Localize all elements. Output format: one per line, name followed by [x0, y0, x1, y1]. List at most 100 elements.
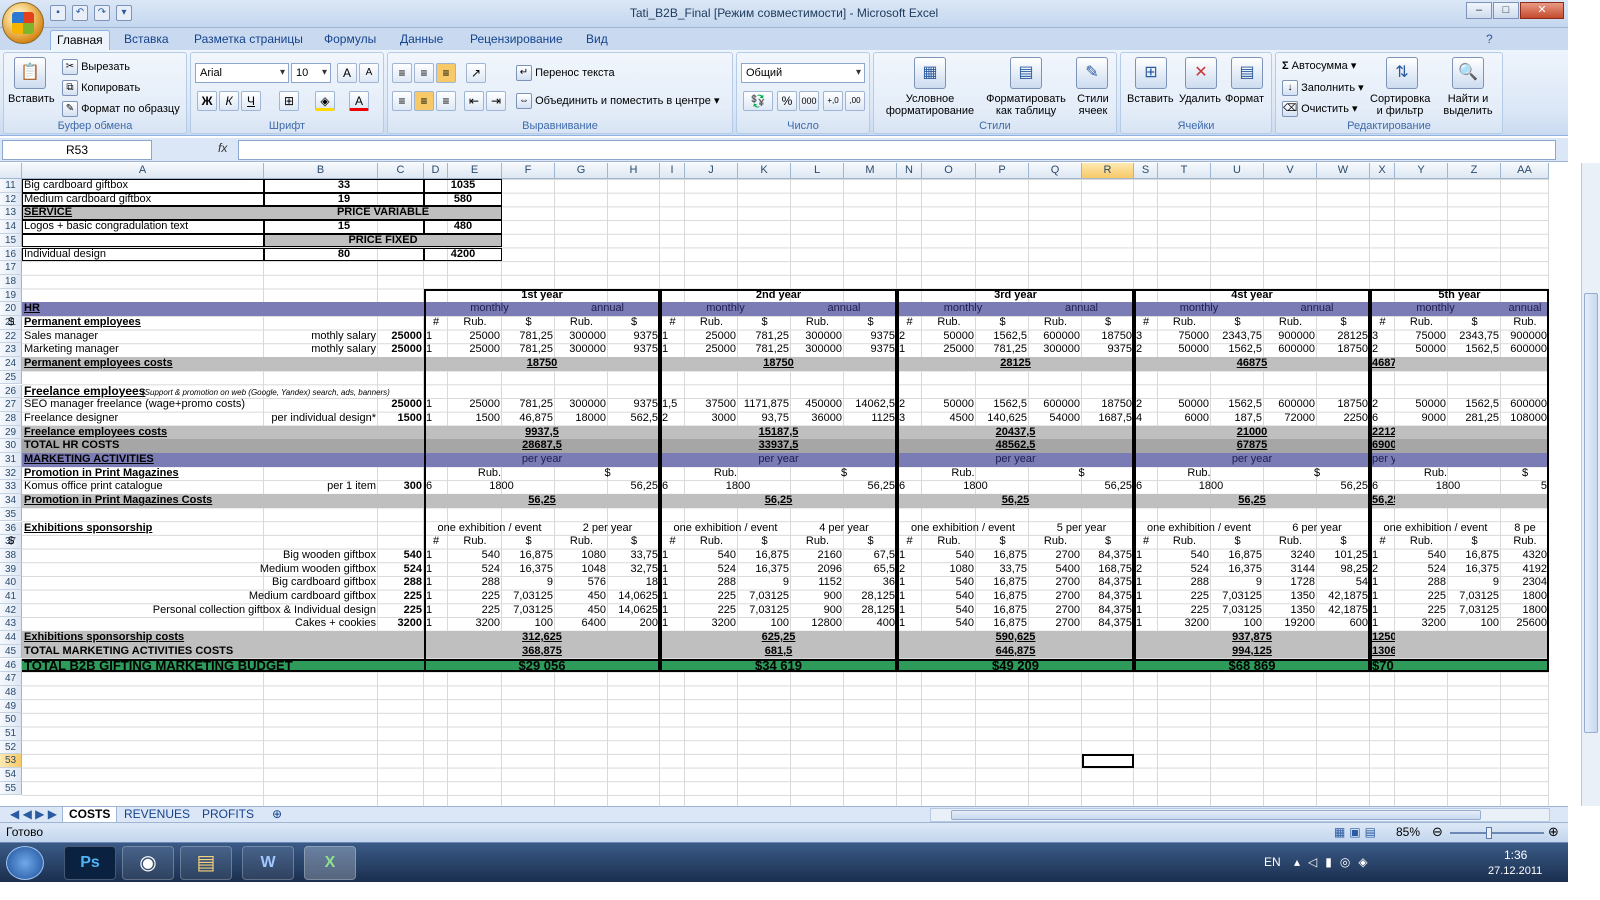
align-center-icon[interactable]: ≡: [414, 91, 434, 111]
row-header-55[interactable]: 55: [0, 781, 22, 796]
tab-home[interactable]: Главная: [50, 30, 110, 50]
column-header-m[interactable]: M: [844, 163, 897, 179]
tab-review[interactable]: Рецензирование: [464, 30, 569, 50]
help-icon[interactable]: ?: [1480, 30, 1499, 50]
column-header-z[interactable]: Z: [1448, 163, 1501, 179]
column-header-i[interactable]: I: [660, 163, 685, 179]
align-middle-icon[interactable]: ≡: [414, 63, 434, 83]
excel-taskbar-icon[interactable]: X: [304, 846, 356, 880]
row-header-36[interactable]: 36: [0, 521, 22, 536]
copy-button[interactable]: ⧉ Копировать: [62, 80, 140, 96]
tab-data[interactable]: Данные: [394, 30, 449, 50]
decrease-decimal-icon[interactable]: ,00: [845, 91, 865, 111]
horizontal-scroll-thumb[interactable]: [951, 810, 1481, 820]
autosum-button[interactable]: Σ Автосумма ▾: [1282, 59, 1356, 72]
currency-icon[interactable]: 💱: [743, 91, 773, 111]
column-header-a[interactable]: A: [22, 163, 264, 179]
delete-cells-icon[interactable]: ✕: [1185, 57, 1217, 89]
bold-button[interactable]: Ж: [197, 91, 217, 111]
word-taskbar-icon[interactable]: W: [242, 846, 294, 880]
font-name-select[interactable]: Arial: [195, 63, 289, 83]
close-button[interactable]: ✕: [1520, 2, 1564, 19]
row-header-30[interactable]: 30: [0, 439, 22, 453]
fill-color-icon[interactable]: ◈: [315, 91, 335, 111]
align-left-icon[interactable]: ≡: [392, 91, 412, 111]
row-header-34[interactable]: 34: [0, 494, 22, 508]
format-cells-button[interactable]: Формат: [1225, 93, 1264, 105]
merge-center-button[interactable]: ⇔ Объединить и поместить в центре ▾: [516, 93, 720, 109]
fill-button[interactable]: ↓ Заполнить ▾: [1282, 80, 1364, 96]
tab-page-layout[interactable]: Разметка страницы: [188, 30, 309, 50]
zoom-level[interactable]: 85%: [1396, 825, 1420, 839]
row-header-47[interactable]: 47: [0, 672, 22, 686]
cell-styles-icon[interactable]: ✎: [1076, 57, 1108, 89]
format-as-table-icon[interactable]: ▤: [1010, 57, 1042, 89]
sort-filter-icon[interactable]: ⇅: [1386, 57, 1418, 89]
sort-filter-button[interactable]: Сортировка и фильтр: [1370, 93, 1430, 117]
borders-icon[interactable]: ⊞: [279, 91, 299, 111]
explorer-taskbar-icon[interactable]: ▤: [180, 846, 232, 880]
thousands-icon[interactable]: 000: [799, 91, 819, 111]
row-header-50[interactable]: 50: [0, 713, 22, 727]
increase-indent-icon[interactable]: ⇥: [486, 91, 506, 111]
column-header-h[interactable]: H: [608, 163, 660, 179]
paste-button[interactable]: Вставить: [8, 93, 55, 105]
selected-cell-r53[interactable]: [1082, 754, 1134, 769]
view-buttons-icon[interactable]: ▦▣▤: [1334, 825, 1380, 839]
maximize-button[interactable]: □: [1493, 2, 1519, 19]
row-header-35[interactable]: 35: [0, 507, 22, 522]
zoom-slider-thumb[interactable]: [1486, 827, 1492, 839]
insert-cells-icon[interactable]: ⊞: [1135, 57, 1167, 89]
horizontal-scrollbar[interactable]: [930, 808, 1550, 822]
row-header-20[interactable]: 20: [0, 302, 22, 316]
sheet-tab-revenues[interactable]: REVENUES: [118, 807, 196, 823]
insert-sheet-icon[interactable]: ⊕: [266, 807, 288, 823]
row-header-48[interactable]: 48: [0, 685, 22, 700]
conditional-format-icon[interactable]: ▦: [914, 57, 946, 89]
zoom-slider[interactable]: [1450, 832, 1544, 834]
column-header-t[interactable]: T: [1158, 163, 1211, 179]
cell-styles-button[interactable]: Стили ячеек: [1070, 93, 1116, 117]
format-painter-button[interactable]: ✎ Формат по образцу: [62, 101, 180, 117]
underline-button[interactable]: Ч: [241, 91, 261, 111]
row-header-46[interactable]: 46: [0, 658, 22, 673]
sheet-tab-profits[interactable]: PROFITS: [196, 807, 260, 823]
align-right-icon[interactable]: ≡: [436, 91, 456, 111]
row-header-19[interactable]: 19: [0, 288, 22, 303]
font-size-select[interactable]: 10: [291, 63, 331, 83]
row-header-13[interactable]: 13: [0, 206, 22, 221]
row-header-49[interactable]: 49: [0, 699, 22, 714]
wrap-text-button[interactable]: ↵ Перенос текста: [516, 65, 615, 81]
conditional-format-button[interactable]: Условное форматирование: [878, 93, 982, 117]
clear-button[interactable]: ⌫ Очистить ▾: [1282, 101, 1358, 117]
column-header-c[interactable]: C: [378, 163, 424, 179]
fx-icon[interactable]: fx: [218, 141, 227, 155]
insert-cells-button[interactable]: Вставить: [1127, 93, 1174, 105]
row-header-12[interactable]: 12: [0, 192, 22, 207]
vertical-scrollbar[interactable]: [1581, 163, 1600, 806]
column-header-u[interactable]: U: [1211, 163, 1264, 179]
tab-view[interactable]: Вид: [580, 30, 614, 50]
format-cells-icon[interactable]: ▤: [1231, 57, 1263, 89]
row-header-29[interactable]: 29: [0, 425, 22, 440]
format-as-table-button[interactable]: Форматировать как таблицу: [980, 93, 1072, 117]
row-header-18[interactable]: 18: [0, 274, 22, 289]
column-header-w[interactable]: W: [1317, 163, 1370, 179]
row-header-53[interactable]: 53: [0, 754, 22, 769]
row-header-15[interactable]: 15: [0, 233, 22, 248]
column-header-k[interactable]: K: [738, 163, 791, 179]
column-header-g[interactable]: G: [555, 163, 608, 179]
percent-icon[interactable]: %: [777, 91, 797, 111]
clock-time[interactable]: 1:36: [1504, 848, 1527, 862]
select-all-corner[interactable]: [0, 163, 22, 179]
sheet-tab-costs[interactable]: COSTS: [62, 807, 118, 823]
decrease-indent-icon[interactable]: ⇤: [464, 91, 484, 111]
tab-insert[interactable]: Вставка: [118, 30, 175, 50]
column-header-x[interactable]: X: [1370, 163, 1395, 179]
row-header-11[interactable]: 11: [0, 179, 22, 193]
row-header-33[interactable]: 33: [0, 480, 22, 495]
column-header-q[interactable]: Q: [1029, 163, 1082, 179]
column-header-j[interactable]: J: [685, 163, 738, 179]
column-header-r[interactable]: R: [1082, 163, 1134, 179]
column-header-y[interactable]: Y: [1395, 163, 1448, 179]
